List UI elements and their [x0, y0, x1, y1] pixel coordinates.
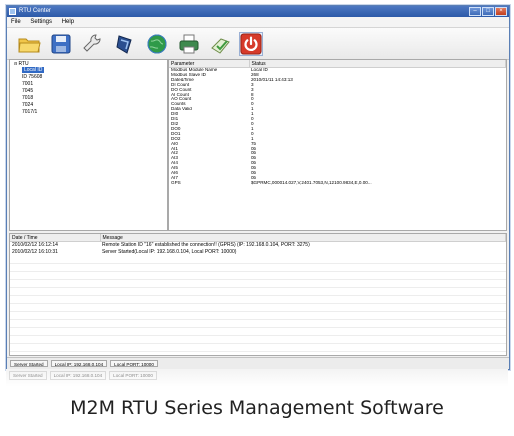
status-bar: Server Started Local IP: 192.168.0.104 L… [7, 357, 509, 369]
app-icon [9, 8, 16, 15]
log-datetime: 2010/02/12 16:12:14 [12, 242, 58, 248]
empty-log-row [10, 287, 506, 296]
menu-help[interactable]: Help [62, 19, 74, 25]
empty-log-row [10, 311, 506, 320]
title-bar: RTU Center – □ × [7, 6, 509, 17]
check-icon [211, 38, 230, 54]
reflected-status-local-port: Local PORT: 10000 [109, 371, 157, 380]
empty-log-row [10, 295, 506, 304]
empty-log-row [10, 263, 506, 272]
log-message: Remote Station ID "16" established the c… [102, 242, 310, 248]
status-local-ip: Local IP: 192.168.0.104 [50, 360, 108, 367]
log-row[interactable]: 2010/02/12 16:12:14 Remote Station ID "16… [10, 242, 506, 250]
shield-button[interactable] [113, 32, 137, 56]
tree-item[interactable]: Local ID [10, 67, 167, 74]
print-button[interactable] [177, 32, 201, 56]
reflected-status-local-ip: Local IP: 192.168.0.104 [49, 371, 107, 380]
status-local-port: Local PORT: 10000 [110, 360, 158, 367]
empty-log-row [10, 271, 506, 280]
empty-log-row [10, 279, 506, 288]
window-title: RTU Center [19, 8, 51, 14]
menu-bar: File Settings Help [7, 17, 509, 28]
tree-item[interactable]: 7024 [10, 102, 167, 109]
printer-icon [179, 34, 199, 54]
close-button[interactable]: × [495, 7, 507, 16]
message-log: Date / Time Message 2010/02/12 16:12:14 R… [9, 233, 507, 360]
tree-item[interactable]: 7018 [10, 95, 167, 102]
window-reflection: Server Started Local IP: 192.168.0.104 L… [6, 369, 508, 387]
open-folder-button[interactable] [17, 32, 41, 56]
tree-item[interactable]: 7045 [10, 88, 167, 95]
column-header-parameter[interactable]: Parameter [169, 60, 250, 68]
toolbar [7, 28, 509, 60]
column-header-status[interactable]: Status [249, 60, 506, 68]
tree-item-label: 7017/1 [22, 109, 38, 115]
caption: M2M RTU Series Management Software [70, 397, 444, 419]
tree-item-label: 7024 [22, 102, 34, 108]
wrench-icon [83, 34, 101, 52]
save-button[interactable] [49, 32, 73, 56]
menu-file[interactable]: File [11, 19, 21, 25]
app-window: RTU Center – □ × File Settings Help ⊟ RT… [6, 5, 510, 370]
parameter-table: Parameter Status Modbus Module Name Local… [168, 59, 507, 231]
tree-item-label: 7045 [22, 88, 34, 94]
empty-log-row [10, 343, 506, 352]
empty-log-row [10, 303, 506, 312]
tree-item-label: ID 75608 [22, 74, 43, 80]
parameter-value: $GPRMC,000014.027,V,2401.7053,N,12100.98… [251, 180, 372, 185]
empty-log-row [10, 327, 506, 336]
parameter-name: GPS [171, 180, 181, 185]
column-header-datetime[interactable]: Date / Time [10, 234, 101, 242]
settings-button[interactable] [81, 32, 105, 56]
globe-icon [147, 34, 167, 54]
tree-item-label: 7018 [22, 95, 34, 101]
tree-root[interactable]: ⊟ RTU [10, 60, 167, 67]
minimize-button[interactable]: – [469, 7, 481, 16]
network-button[interactable] [145, 32, 169, 56]
log-row[interactable]: 2010/02/12 16:10:31 Server Started(Local … [10, 249, 506, 256]
tree-item-label: Local ID [22, 67, 45, 73]
maximize-button[interactable]: □ [482, 7, 494, 16]
empty-log-row [10, 256, 506, 264]
column-header-message[interactable]: Message [100, 234, 506, 242]
power-button[interactable] [239, 32, 263, 56]
checklist-button[interactable] [209, 32, 233, 56]
empty-log-row [10, 335, 506, 344]
power-icon [240, 33, 262, 55]
menu-settings[interactable]: Settings [30, 19, 52, 25]
shield-icon [116, 35, 132, 54]
station-tree[interactable]: ⊟ RTU Local ID ID 75608 7001 7045 7018 7… [9, 59, 168, 231]
folder-icon [18, 38, 41, 53]
status-server: Server Started [10, 360, 48, 367]
tree-item[interactable]: 7017/1 [10, 109, 167, 116]
tree-item[interactable]: ID 75608 [10, 74, 167, 81]
tree-item-label: 7001 [22, 81, 34, 87]
parameter-row[interactable]: GPS $GPRMC,000014.027,V,2401.7053,N,12100… [169, 181, 506, 186]
save-icon [51, 34, 71, 54]
reflected-status-server: Server Started [9, 371, 47, 380]
log-message: Server Started(Local IP: 192.168.0.104, … [102, 249, 237, 255]
log-datetime: 2010/02/12 16:10:31 [12, 249, 58, 255]
tree-item[interactable]: 7001 [10, 81, 167, 88]
empty-log-row [10, 319, 506, 328]
